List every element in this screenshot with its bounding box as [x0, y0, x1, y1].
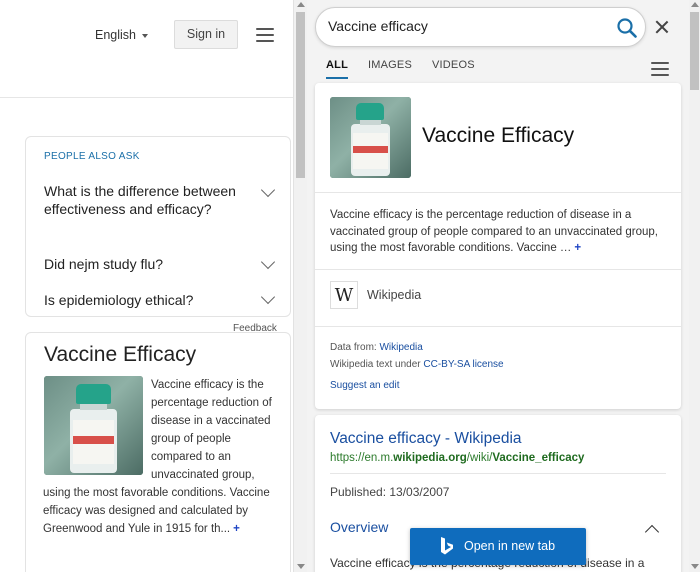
expand-plus-icon[interactable]: +: [574, 242, 581, 254]
close-icon[interactable]: [655, 20, 669, 34]
published-date: Published: 13/03/2007: [330, 485, 450, 499]
caret-down-icon: [142, 33, 148, 38]
right-pane: ALL IMAGES VIDEOS Vaccine Efficacy Vacci…: [307, 0, 700, 572]
knowledge-description: Vaccine efficacy is the percentage reduc…: [330, 207, 670, 257]
result-url[interactable]: https://en.m.wikipedia.org/wiki/Vaccine_…: [330, 452, 584, 464]
people-also-ask-card: PEOPLE ALSO ASK What is the difference b…: [25, 136, 291, 317]
app-root: English Sign in PEOPLE ALSO ASK What is …: [0, 0, 700, 572]
vaccine-vial-image[interactable]: [330, 97, 411, 178]
left-pane: English Sign in PEOPLE ALSO ASK What is …: [0, 0, 293, 572]
url-page: Vaccine_efficacy: [492, 452, 585, 464]
url-domain: wikipedia.org: [393, 452, 467, 464]
knowledge-title: Vaccine Efficacy: [422, 124, 575, 147]
entity-card: Vaccine Efficacy Vaccine efficacy is the…: [25, 332, 291, 572]
overview-section-toggle[interactable]: Overview: [330, 519, 388, 535]
open-button-label: Open in new tab: [464, 539, 556, 553]
tab-videos[interactable]: VIDEOS: [432, 59, 475, 71]
language-label: English: [95, 28, 136, 42]
scrollbar-thumb[interactable]: [296, 12, 305, 178]
knowledge-text: Vaccine efficacy is the percentage reduc…: [330, 209, 658, 254]
scroll-up-icon[interactable]: [690, 2, 699, 7]
tab-all[interactable]: ALL: [326, 59, 348, 79]
scroll-down-icon[interactable]: [690, 564, 699, 569]
hamburger-icon[interactable]: [651, 62, 669, 76]
license-label: Wikipedia text under: [330, 359, 424, 370]
expand-plus-icon[interactable]: +: [233, 523, 240, 535]
search-input[interactable]: [328, 18, 598, 34]
language-selector[interactable]: English: [95, 28, 148, 42]
bing-icon: [441, 537, 453, 555]
divider: [315, 269, 681, 270]
sign-in-button[interactable]: Sign in: [174, 20, 238, 49]
paa-question[interactable]: Did nejm study flu?: [44, 255, 264, 273]
license-line: Wikipedia text under CC-BY-SA license: [330, 359, 504, 370]
suggest-edit-link[interactable]: Suggest an edit: [330, 380, 400, 391]
divider: [315, 192, 681, 193]
paa-title: PEOPLE ALSO ASK: [44, 151, 140, 162]
search-box: [315, 7, 646, 47]
entity-title: Vaccine Efficacy: [44, 343, 197, 366]
data-from-label: Data from:: [330, 342, 380, 353]
scroll-up-icon[interactable]: [297, 2, 305, 7]
paa-question[interactable]: Is epidemiology ethical?: [44, 291, 264, 309]
source-name[interactable]: Wikipedia: [367, 288, 421, 302]
wikipedia-icon[interactable]: W: [330, 281, 358, 309]
data-from-line: Data from: Wikipedia: [330, 342, 423, 353]
search-icon[interactable]: [616, 17, 638, 39]
right-scrollbar[interactable]: [689, 0, 700, 572]
tab-images[interactable]: IMAGES: [368, 59, 412, 71]
scroll-down-icon[interactable]: [297, 564, 305, 569]
data-from-link[interactable]: Wikipedia: [379, 342, 422, 353]
url-prefix: https://en.m.: [330, 452, 394, 464]
result-title-link[interactable]: Vaccine efficacy - Wikipedia: [330, 430, 522, 448]
license-link[interactable]: CC-BY-SA license: [423, 359, 503, 370]
open-in-new-tab-button[interactable]: Open in new tab: [410, 528, 586, 565]
divider: [330, 473, 666, 474]
hamburger-icon[interactable]: [256, 28, 274, 42]
top-bar: English Sign in: [0, 0, 293, 98]
scrollbar-thumb[interactable]: [690, 12, 699, 90]
chevron-up-icon[interactable]: [644, 524, 660, 540]
entity-description: Vaccine efficacy is the percentage reduc…: [43, 376, 279, 538]
left-scrollbar[interactable]: [293, 0, 307, 572]
paa-question[interactable]: What is the difference between effective…: [44, 182, 264, 218]
divider: [315, 326, 681, 327]
url-path: /wiki/: [466, 452, 493, 464]
knowledge-card: Vaccine Efficacy Vaccine efficacy is the…: [315, 83, 681, 409]
